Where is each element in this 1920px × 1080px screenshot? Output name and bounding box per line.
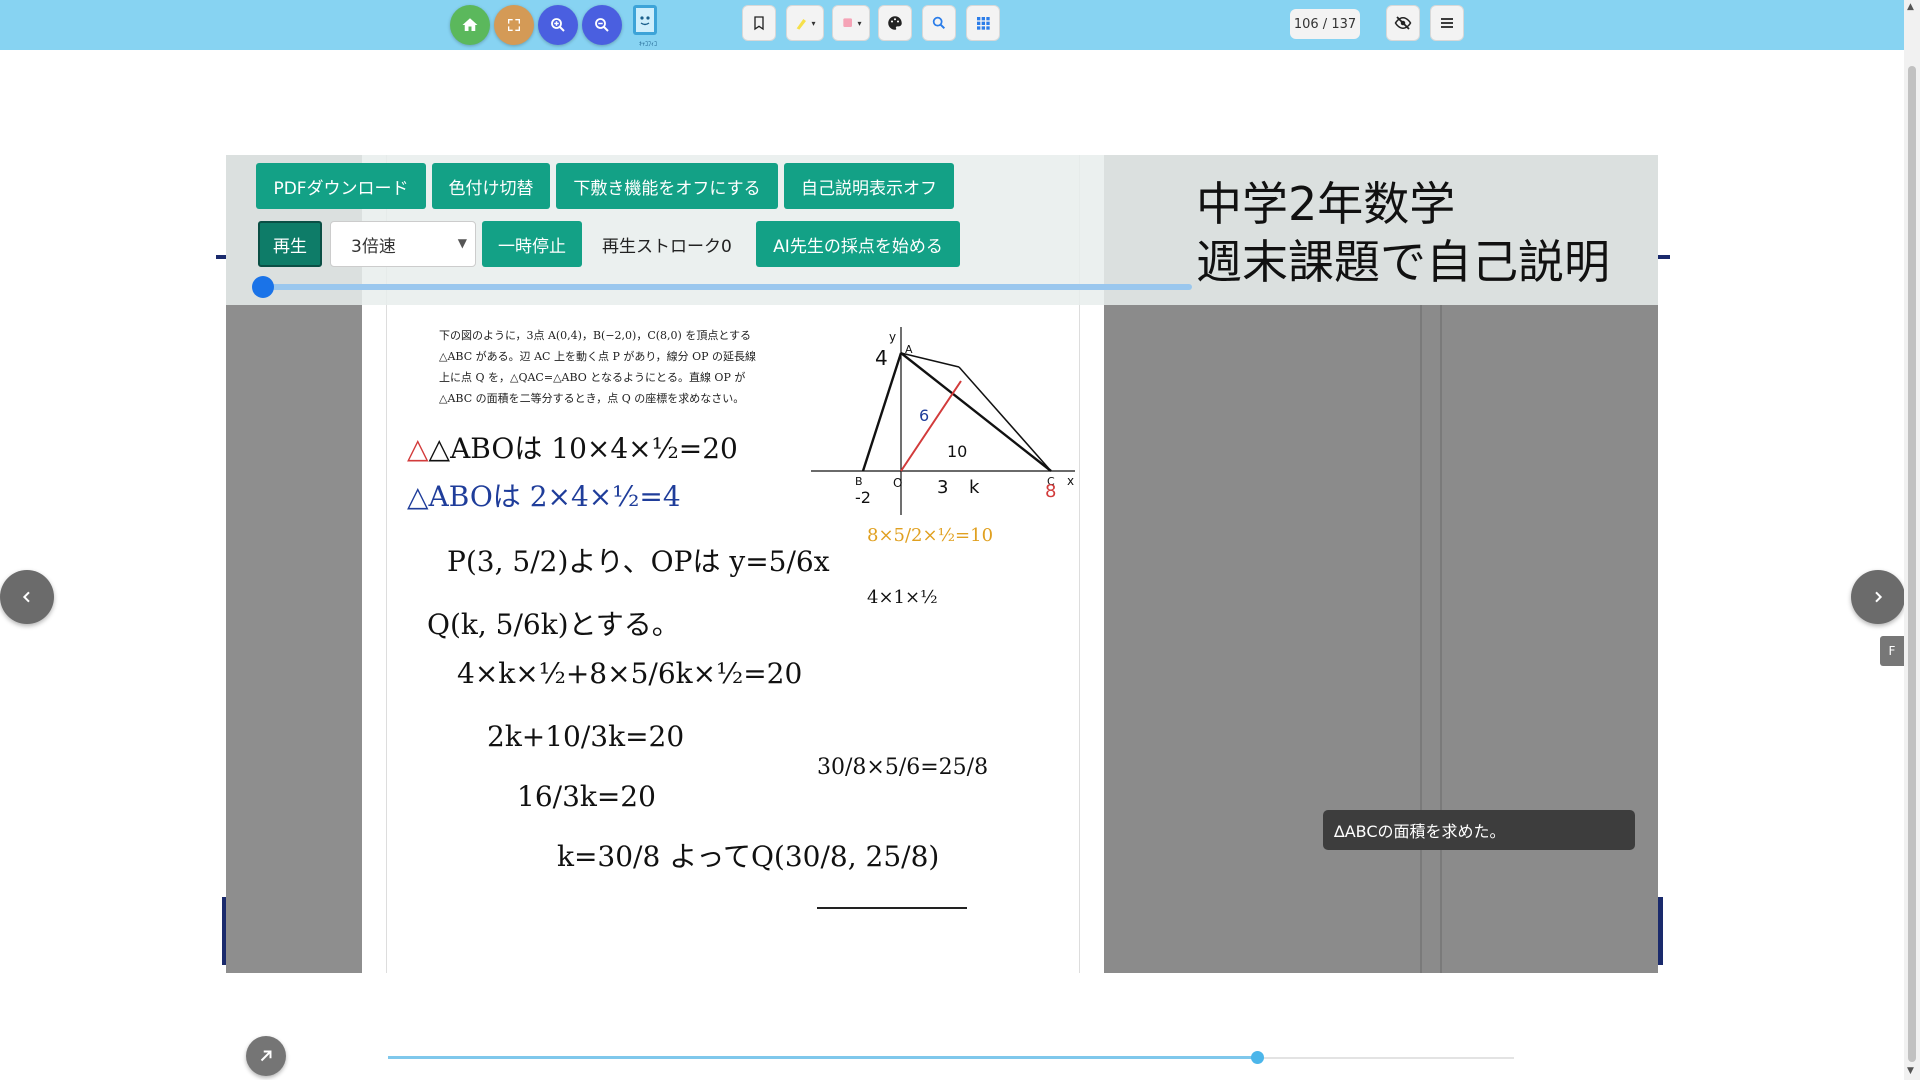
diagram-label-6: 6 [919, 406, 929, 425]
stroke-progress-knob[interactable] [252, 276, 274, 298]
chevron-left-icon [22, 591, 30, 603]
problem-text: 下の図のように，3点 A(0,4)，B(−2,0)，C(8,0) を頂点とする … [439, 329, 756, 405]
title-line-1: 中学2年数学 [1196, 177, 1456, 231]
handwriting-text: △ABOは 10×4×½=20 [428, 432, 738, 465]
diagram-label-10: 10 [947, 442, 967, 461]
diagram-label-x: x [1067, 474, 1074, 488]
pdf-download-button[interactable]: PDFダウンロード [256, 163, 426, 209]
grid-view-button[interactable] [966, 5, 1000, 41]
zoom-out-icon [595, 18, 609, 32]
hide-toolbar-button[interactable] [1386, 5, 1420, 41]
decor-mark [1658, 255, 1670, 259]
handwriting-line-6: 2k+10/3k=20 [487, 720, 685, 753]
page-indicator: 106 / 137 [1290, 9, 1360, 39]
panel-divider [1420, 305, 1422, 973]
bookmark-icon [754, 16, 764, 31]
handwriting-line-5: 4×k×½+8×5/6k×½=20 [457, 657, 803, 690]
explanation-caption: ∆ABCの面積を求めた。 [1323, 810, 1635, 850]
zoom-in-icon [551, 18, 565, 32]
palette-icon [888, 16, 902, 30]
handwriting-line-8: k=30/8 よってQ(30/8, 25/8) [557, 840, 940, 873]
palette-button[interactable] [878, 5, 912, 41]
chevron-down-icon: ▾ [857, 18, 862, 28]
app-logo[interactable]: ｷｬｺﾌｨｺ [628, 3, 668, 48]
next-page-button[interactable] [1851, 570, 1905, 624]
scrollbar-thumb[interactable] [1908, 66, 1916, 1062]
scroll-down-icon[interactable]: ▼ [1907, 1066, 1914, 1076]
explanation-display-off-button[interactable]: 自己説明表示オフ [784, 163, 954, 209]
diagram-label-8: 8 [1045, 481, 1056, 502]
top-toolbar: ｷｬｺﾌｨｺ ▾ ▾ 106 / 137 [0, 0, 1904, 50]
decor-mark [216, 255, 226, 259]
handwriting-line-7: 16/3k=20 [517, 780, 656, 813]
highlighter-button[interactable]: ▾ [786, 5, 824, 41]
vertical-scrollbar[interactable]: ▲ ▼ [1904, 0, 1920, 1080]
playback-controls-panel: PDFダウンロード 色付け切替 下敷き機能をオフにする 自己説明表示オフ 再生 … [226, 155, 1658, 305]
chevron-down-icon: ▼ [457, 236, 467, 250]
diagram-label-4: 4 [875, 346, 888, 370]
zoom-out-button[interactable] [582, 5, 622, 45]
zoom-in-button[interactable] [538, 5, 578, 45]
chevron-right-icon [1875, 591, 1883, 603]
home-icon [462, 18, 478, 31]
ai-grading-button[interactable]: AI先生の採点を始める [756, 221, 960, 267]
diagram-label-a: A [905, 343, 913, 356]
triangle-diagram: y x O B C A 4 -2 3 k 8 10 6 [811, 327, 1075, 515]
stroke-count-label: 再生ストローク0 [602, 236, 732, 257]
search-icon [932, 16, 946, 30]
diagram-label-o: O [893, 476, 902, 490]
diagram-label-k: k [969, 477, 980, 498]
scroll-up-icon[interactable]: ▲ [1907, 2, 1914, 12]
handwriting-line-2: △ABOは 2×4×½=4 [407, 480, 681, 513]
book-logo-icon [633, 5, 657, 35]
search-button[interactable] [922, 5, 956, 41]
logo-caption: ｷｬｺﾌｨｺ [638, 41, 657, 48]
color-toggle-button[interactable]: 色付け切替 [432, 163, 550, 209]
pause-button[interactable]: 一時停止 [482, 221, 582, 267]
stroke-progress-track[interactable] [262, 284, 1192, 290]
play-button[interactable]: 再生 [258, 221, 322, 267]
handwriting-line-4: Q(k, 5/6k)とする。 [427, 608, 680, 641]
highlighter-icon [797, 19, 807, 30]
page-slider-knob[interactable] [1251, 1051, 1264, 1064]
panel-divider [1440, 305, 1442, 973]
handwriting-line-1: △△ABOは 10×4×½=20 [407, 432, 738, 465]
fullscreen-button[interactable] [494, 5, 534, 45]
speed-select[interactable]: 3倍速 ▼ [330, 221, 476, 267]
decor-mark [1658, 897, 1663, 965]
chevron-down-icon: ▾ [811, 18, 816, 28]
handwriting-side-2: 4×1×½ [867, 587, 938, 608]
hamburger-icon [1441, 18, 1453, 28]
handwriting-line-3: P(3, 5/2)より、OPは y=5/6x [447, 545, 830, 578]
diagram-label-3: 3 [937, 477, 948, 498]
bookmark-button[interactable] [742, 5, 776, 41]
document-viewer: 下の図のように，3点 A(0,4)，B(−2,0)，C(8,0) を頂点とする … [226, 155, 1658, 973]
title-line-2: 週末課題で自己説明 [1196, 235, 1610, 289]
grid-icon [977, 17, 990, 30]
underlay-off-button[interactable]: 下敷き機能をオフにする [556, 163, 778, 209]
diagram-label-b: B [855, 475, 863, 488]
menu-button[interactable] [1430, 5, 1464, 41]
diagram-label-neg2: -2 [855, 488, 871, 507]
page-slider-fill [388, 1056, 1258, 1059]
eraser-button[interactable]: ▾ [832, 5, 870, 41]
previous-page-button[interactable] [0, 570, 54, 624]
page-title: 中学2年数学 週末課題で自己説明 [1196, 175, 1610, 291]
side-tab[interactable]: F [1880, 636, 1904, 666]
handwriting-side-3: 30/8×5/6=25/8 [817, 755, 989, 780]
expand-button[interactable] [246, 1036, 286, 1076]
speed-select-value: 3倍速 [351, 236, 396, 257]
eraser-icon [843, 18, 853, 27]
home-button[interactable] [450, 5, 490, 45]
arrow-up-right-icon [260, 1050, 272, 1062]
answer-underline [817, 907, 967, 909]
fullscreen-icon [508, 19, 520, 31]
handwriting-side-1: 8×5/2×½=10 [867, 525, 994, 546]
eye-off-icon [1394, 16, 1412, 30]
diagram-label-y: y [889, 330, 896, 344]
